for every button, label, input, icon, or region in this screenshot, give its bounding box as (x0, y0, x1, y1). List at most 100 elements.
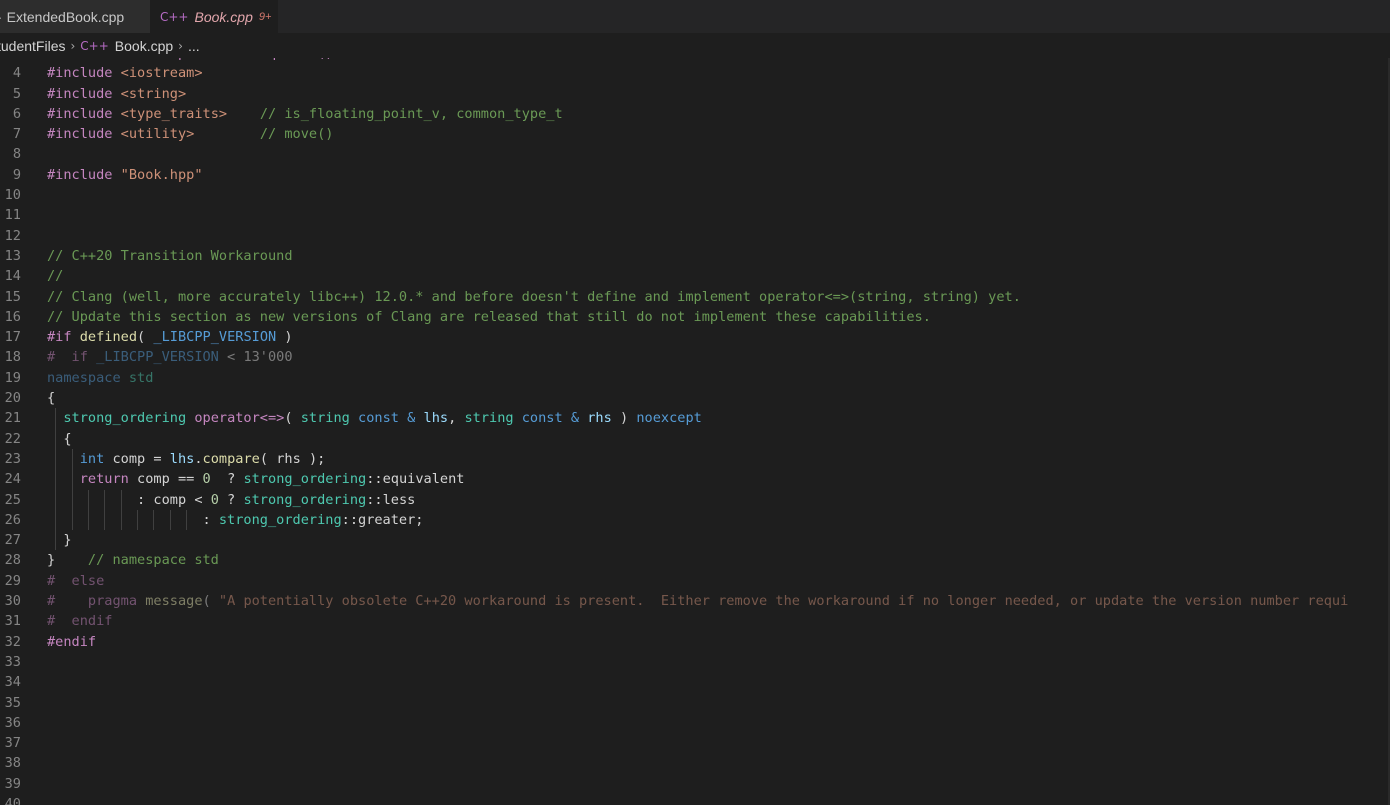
tab-extendedbook[interactable]: · ExtendedBook.cpp (0, 0, 150, 33)
code-token: ::less (366, 491, 416, 508)
line-number: 36 (4, 714, 21, 731)
code-line[interactable]: 7 #include <utility> // move() (0, 124, 1390, 144)
code-line[interactable]: 5 #include <string> (0, 84, 1390, 104)
code-token: // C++20 Transition Workaround (47, 247, 293, 264)
code-text: #endif (47, 632, 96, 652)
code-line[interactable]: 27 } (0, 530, 1390, 551)
line-number: 28 (4, 552, 21, 569)
code-token: string (464, 410, 514, 427)
code-line[interactable]: 31 # endif (0, 611, 1390, 631)
code-line[interactable]: 37 (0, 733, 1390, 753)
code-token: : (47, 511, 219, 528)
code-token: strong_ordering (63, 410, 187, 427)
code-token: comp = (104, 450, 170, 467)
editor-window: · ExtendedBook.cpp C++ Book.cpp 9+ ✕ tud… (0, 0, 1390, 805)
code-line[interactable]: 10 (0, 185, 1390, 205)
code-line[interactable]: 30 # pragma message( "A potentially obsol… (0, 591, 1390, 611)
code-line[interactable]: 40 (0, 794, 1390, 805)
code-line[interactable]: 13 // C++20 Transition Workaround (0, 246, 1390, 266)
code-token: ::greater; (341, 511, 424, 528)
tab-label: Book.cpp (194, 8, 253, 25)
code-text: # endif (47, 611, 112, 631)
code-line[interactable]: 32 #endif (0, 632, 1390, 652)
line-number: 26 (4, 511, 21, 528)
code-line[interactable]: 35 (0, 693, 1390, 713)
code-line[interactable]: 12 (0, 226, 1390, 246)
line-number: 15 (4, 288, 21, 305)
code-line[interactable]: 23 int comp = lhs.compare( rhs ); (0, 448, 1390, 470)
code-line[interactable]: 4 #include <iostream> (0, 63, 1390, 83)
code-token: { (47, 430, 72, 447)
code-token: strong_ordering (243, 471, 367, 488)
code-lines[interactable]: 3#include <iomanip> // quoted()4#include… (0, 58, 1390, 805)
code-editor[interactable]: 3#include <iomanip> // quoted()4#include… (0, 58, 1390, 805)
line-number: 34 (4, 674, 21, 691)
code-line[interactable]: 11 (0, 205, 1390, 225)
line-number: 38 (4, 755, 21, 772)
code-line[interactable]: 22 { (0, 428, 1390, 449)
code-token: lhs (423, 410, 449, 427)
code-line[interactable]: 38 (0, 753, 1390, 773)
code-line[interactable]: 20 { (0, 388, 1390, 408)
breadcrumb-symbol[interactable]: ... (188, 38, 200, 54)
code-line[interactable]: 34 (0, 672, 1390, 692)
line-number: 7 (12, 126, 21, 143)
code-line[interactable]: 8 (0, 144, 1390, 164)
line-number: 10 (4, 187, 21, 204)
line-number: 27 (4, 532, 21, 549)
code-line[interactable]: 24 return comp == 0 ? strong_ordering::e… (0, 469, 1390, 490)
code-line[interactable]: 39 (0, 774, 1390, 794)
code-line[interactable]: 19 namespace std (0, 368, 1390, 388)
line-number: 8 (12, 146, 21, 163)
code-token: ( rhs ); (259, 450, 326, 467)
problems-badge: 9+ (258, 10, 272, 23)
line-number: 9 (12, 166, 21, 183)
code-line[interactable]: 28} // namespace std (0, 550, 1390, 570)
code-token: defined (79, 329, 138, 346)
code-line[interactable]: 6 #include <type_traits> // is_floating_p… (0, 104, 1390, 124)
code-line[interactable]: 25 : comp < 0 ? strong_ordering::less (0, 489, 1390, 510)
line-number: 35 (4, 694, 21, 711)
code-line[interactable]: 18 # if _LIBCPP_VERSION < 13'000 (0, 347, 1390, 367)
tab-bar-empty-space[interactable] (278, 0, 1390, 33)
code-line[interactable]: 17 #if defined( _LIBCPP_VERSION ) (0, 327, 1390, 347)
chevron-right-icon: › (70, 38, 76, 53)
code-line[interactable]: 16 // Update this section as new versions… (0, 307, 1390, 327)
code-token: strong_ordering (243, 491, 367, 508)
code-text: } (47, 530, 71, 550)
code-text: #include <string> (47, 84, 186, 104)
tab-bar: · ExtendedBook.cpp C++ Book.cpp 9+ ✕ (0, 0, 1390, 33)
code-token: ) (276, 329, 293, 346)
code-token: <string> (120, 85, 187, 102)
code-text: { (47, 388, 55, 408)
code-token: compare (202, 450, 260, 467)
code-line[interactable]: 9 #include "Book.hpp" (0, 165, 1390, 185)
code-line[interactable]: 14 // (0, 266, 1390, 286)
code-token: , (448, 410, 465, 427)
code-token: 0 (202, 471, 211, 488)
code-line[interactable]: 15 // Clang (well, more accurately libc++… (0, 287, 1390, 307)
line-number: 29 (4, 572, 21, 589)
code-token: return (79, 471, 129, 488)
breadcrumb-file[interactable]: Book.cpp (115, 38, 173, 54)
code-token: #include (47, 105, 121, 122)
code-line[interactable]: 21 strong_ordering operator<=>( string c… (0, 408, 1390, 429)
code-text: # pragma message( "A potentially obsolet… (47, 591, 1348, 611)
line-number: 32 (4, 633, 21, 650)
code-line[interactable]: 33 (0, 652, 1390, 672)
code-line[interactable]: 29 # else (0, 571, 1390, 591)
code-line[interactable]: 36 (0, 713, 1390, 733)
code-token: : comp < (47, 491, 211, 508)
line-number: 4 (12, 65, 21, 82)
code-line[interactable]: 26 : strong_ordering::greater; (0, 509, 1390, 531)
cpp-file-icon: C++ (80, 38, 109, 53)
code-token: . (194, 450, 203, 467)
code-text: // C++20 Transition Workaround (47, 246, 293, 266)
code-token: ::equivalent (366, 471, 465, 488)
breadcrumb-folder[interactable]: tudentFiles (0, 38, 65, 54)
line-number: 16 (4, 308, 21, 325)
code-token: // is_floating_point_v, common_type_t (227, 105, 563, 122)
tab-book[interactable]: C++ Book.cpp 9+ ✕ (150, 0, 294, 33)
